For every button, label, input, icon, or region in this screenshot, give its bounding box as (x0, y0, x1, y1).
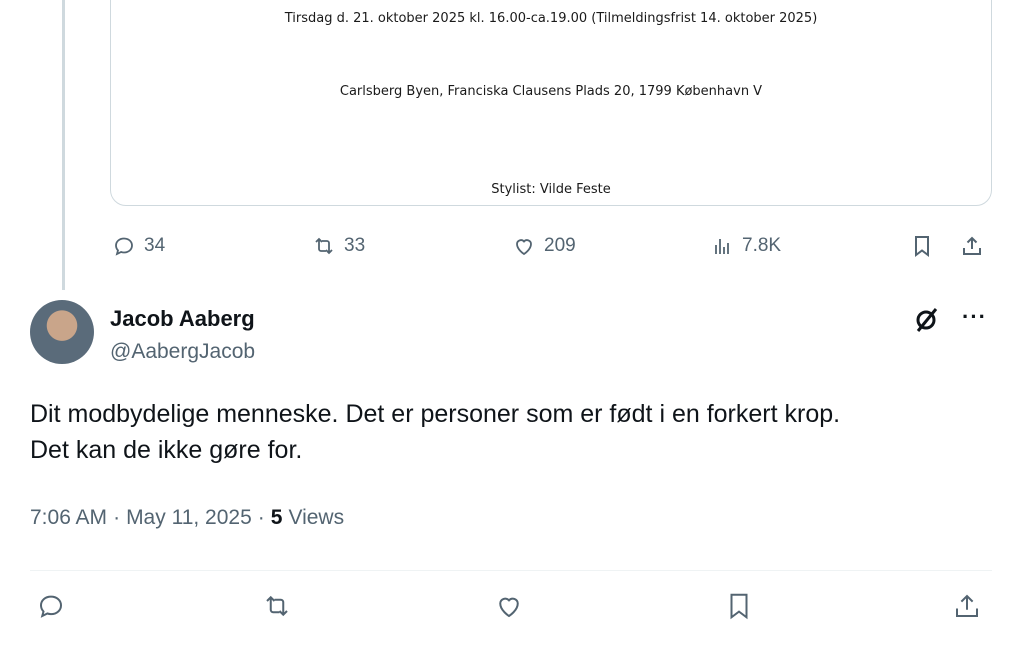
bookmark-button[interactable] (910, 230, 934, 262)
tweet-date[interactable]: May 11, 2025 (126, 506, 252, 530)
author-handle[interactable]: @AabergJacob (110, 340, 255, 364)
like-button[interactable]: 209 (512, 230, 576, 262)
repost-icon (315, 237, 333, 255)
divider (30, 570, 992, 571)
tweet-text-line: Det kan de ikke gøre for. (30, 436, 303, 464)
repost-button[interactable]: 33 (312, 230, 365, 262)
reply-button[interactable] (36, 591, 72, 627)
card-text-address: Carlsberg Byen, Franciska Clausens Plads… (339, 84, 763, 99)
tweet-text: Dit modbydelige menneske. Det er persone… (30, 396, 1000, 468)
card-text-date: Tirsdag d. 21. oktober 2025 kl. 16.00-ca… (284, 11, 818, 26)
tweet-actions (36, 591, 996, 627)
grok-button[interactable] (912, 304, 942, 334)
quoted-card[interactable]: Tirsdag d. 21. oktober 2025 kl. 16.00-ca… (110, 0, 992, 206)
more-icon[interactable]: ··· (962, 304, 990, 334)
views-count-parent: 7.8K (742, 235, 782, 256)
bookmark-icon (915, 236, 929, 257)
avatar[interactable] (30, 300, 94, 364)
share-button[interactable] (960, 230, 984, 262)
author-name[interactable]: Jacob Aaberg (110, 306, 255, 332)
share-icon (963, 236, 981, 255)
bookmark-icon (730, 593, 748, 620)
tweet-time[interactable]: 7:06 AM (30, 506, 107, 530)
meta-separator: · (113, 506, 121, 529)
grok-icon (916, 308, 938, 332)
bookmark-button[interactable] (724, 591, 760, 627)
repost-button[interactable] (262, 591, 298, 627)
parent-tweet-actions: 34 33 209 7.8K (112, 230, 992, 262)
tweet-views-label: Views (288, 506, 345, 529)
like-icon (516, 239, 532, 256)
share-icon (956, 594, 978, 617)
views-button[interactable]: 7.8K (710, 230, 781, 262)
reply-button[interactable]: 34 (112, 230, 165, 262)
repost-icon (266, 595, 288, 617)
thread-connector-line (62, 0, 65, 290)
tweet-views-count: 5 (270, 506, 283, 529)
reply-icon (115, 237, 133, 256)
like-icon (499, 597, 519, 618)
reply-count: 34 (144, 235, 166, 256)
reply-icon (39, 595, 63, 618)
views-icon (715, 239, 729, 254)
like-button[interactable] (494, 591, 530, 627)
tweet-meta: 7:06 AM · May 11, 2025 · 5 Views (30, 506, 344, 530)
tweet-text-line: Dit modbydelige menneske. Det er persone… (30, 400, 841, 428)
share-button[interactable] (952, 591, 988, 627)
card-text-stylist: Stylist: Vilde Feste (491, 182, 611, 197)
meta-separator: · (257, 506, 265, 529)
repost-count: 33 (344, 235, 366, 256)
like-count: 209 (544, 235, 576, 256)
